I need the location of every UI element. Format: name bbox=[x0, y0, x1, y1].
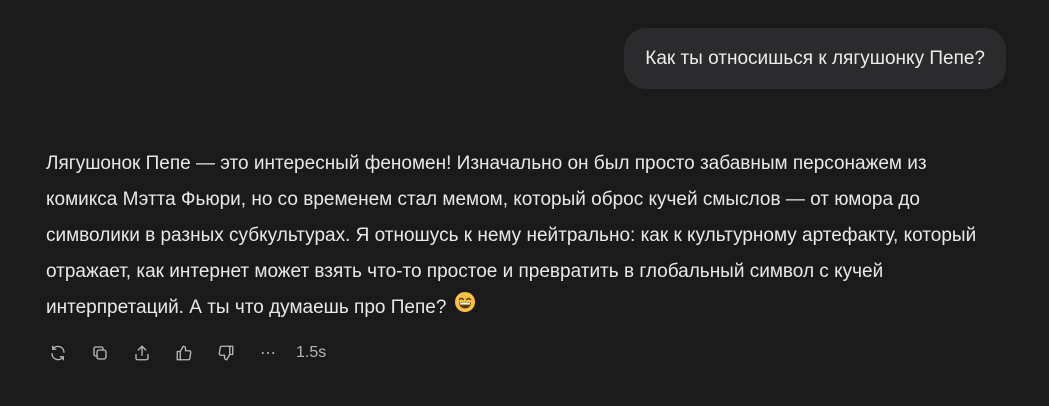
like-button[interactable] bbox=[170, 339, 198, 367]
assistant-message: Лягушонок Пепе — это интересный феномен!… bbox=[46, 146, 996, 326]
thumbs-down-icon bbox=[218, 345, 234, 361]
thumbs-up-icon bbox=[176, 345, 192, 361]
dislike-button[interactable] bbox=[212, 339, 240, 367]
regenerate-button[interactable] bbox=[44, 339, 72, 367]
share-button[interactable] bbox=[128, 339, 156, 367]
copy-icon bbox=[93, 346, 107, 360]
copy-button[interactable] bbox=[86, 339, 114, 367]
share-icon bbox=[135, 345, 149, 361]
regenerate-icon bbox=[51, 345, 65, 361]
response-time-label: 1.5s bbox=[296, 344, 327, 361]
user-message-text: Как ты относишься к лягушонку Пепе? bbox=[645, 47, 985, 69]
user-message-bubble: Как ты относишься к лягушонку Пепе? bbox=[624, 28, 1006, 89]
more-icon bbox=[261, 351, 275, 355]
grinning-face-emoji-icon bbox=[454, 290, 476, 326]
more-options-button[interactable] bbox=[254, 339, 282, 367]
chat-thread: Как ты относишься к лягушонку Пепе? Лягу… bbox=[0, 0, 1049, 406]
message-actions-toolbar: 1.5s bbox=[44, 339, 326, 367]
assistant-message-text: Лягушонок Пепе — это интересный феномен!… bbox=[46, 153, 977, 319]
